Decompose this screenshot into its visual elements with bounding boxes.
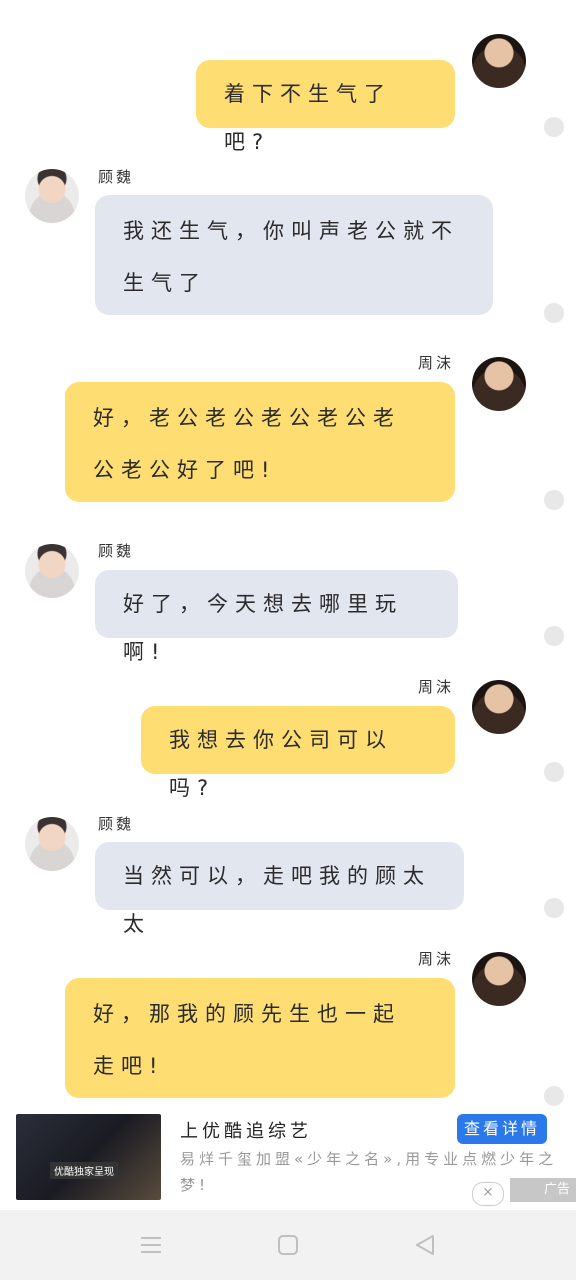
status-dot — [544, 490, 564, 510]
message-text: 好了，今天想去哪里玩啊! — [123, 592, 403, 664]
sender-name: 顾魏 — [98, 542, 135, 560]
sender-name: 周沫 — [418, 678, 455, 696]
system-navbar — [0, 1210, 576, 1280]
avatar-guwei[interactable] — [25, 817, 79, 871]
ad-title[interactable]: 上优酷追综艺 — [180, 1117, 312, 1143]
message-text: 着下不生气了吧? — [224, 82, 392, 154]
ad-close-icon[interactable]: × — [472, 1182, 504, 1206]
sender-name: 顾魏 — [98, 168, 135, 186]
status-dot — [544, 626, 564, 646]
status-dot — [544, 1086, 564, 1106]
message-bubble: 好了，今天想去哪里玩啊! — [95, 570, 458, 664]
sender-name: 周沫 — [418, 354, 455, 372]
ad-details-button[interactable]: 查看详情 — [457, 1114, 547, 1144]
message-text: 好，老公老公老公老公老公老公好了吧! — [93, 406, 401, 482]
avatar-zhoumo[interactable] — [472, 357, 526, 411]
message-bubble: 我还生气，你叫声老公就不生气了 — [95, 195, 493, 315]
home-icon[interactable] — [273, 1230, 303, 1260]
sender-name: 周沫 — [418, 950, 455, 968]
sender-name: 顾魏 — [98, 815, 135, 833]
avatar-guwei[interactable] — [25, 544, 79, 598]
avatar-zhoumo[interactable] — [472, 952, 526, 1006]
ad-thumbnail[interactable]: 优酷独家呈现 — [16, 1114, 161, 1200]
message-text: 好，那我的顾先生也一起走吧! — [93, 1002, 401, 1078]
back-icon[interactable] — [410, 1230, 440, 1260]
avatar-zhoumo[interactable] — [472, 680, 526, 734]
message-text: 当然可以，走吧我的顾太太 — [123, 864, 431, 936]
ad-label: 广告 — [510, 1178, 576, 1202]
message-bubble: 当然可以，走吧我的顾太太 — [95, 842, 464, 936]
message-bubble: 好，老公老公老公老公老公老公好了吧! — [65, 382, 455, 502]
status-dot — [544, 303, 564, 323]
ad-thumbnail-tag: 优酷独家呈现 — [50, 1162, 118, 1179]
message-bubble: 好，那我的顾先生也一起走吧! — [65, 978, 455, 1098]
status-dot — [544, 117, 564, 137]
avatar-zhoumo[interactable] — [472, 34, 526, 88]
menu-icon[interactable] — [136, 1230, 166, 1260]
avatar-guwei[interactable] — [25, 169, 79, 223]
message-bubble: 我想去你公司可以吗? — [141, 706, 455, 800]
status-dot — [544, 898, 564, 918]
status-dot — [544, 762, 564, 782]
message-bubble: 着下不生气了吧? — [196, 60, 455, 154]
message-text: 我还生气，你叫声老公就不生气了 — [123, 219, 459, 295]
message-text: 我想去你公司可以吗? — [169, 728, 393, 800]
